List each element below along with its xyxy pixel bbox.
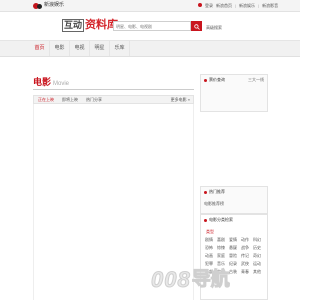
genre-heading: 类型: [206, 229, 214, 234]
bullet-icon: [204, 218, 207, 222]
search-icon: [193, 24, 200, 30]
search-button[interactable]: [191, 21, 202, 31]
sina-video-link[interactable]: 新浪影音: [262, 3, 278, 9]
tab-coming-soon[interactable]: 即将上映: [62, 97, 78, 103]
nav-item-music[interactable]: 乐库: [110, 41, 130, 56]
logo-box-text: 互动: [62, 19, 85, 32]
genre-link[interactable]: 犯罪: [205, 261, 217, 266]
ticket-query-title: 票价查询: [204, 77, 225, 83]
genre-link[interactable]: 冒险: [229, 253, 241, 258]
genre-link[interactable]: 动作: [241, 237, 253, 242]
nav-item-movie[interactable]: 电影: [50, 41, 70, 56]
divider: |: [258, 3, 260, 8]
genre-link[interactable]: 古装: [229, 269, 241, 274]
recommend-list-link[interactable]: 电影推荐榜: [204, 201, 224, 206]
genre-link[interactable]: 科幻: [253, 237, 265, 242]
genre-link[interactable]: 爱情: [229, 237, 241, 242]
genre-link[interactable]: 武侠: [241, 261, 253, 266]
brand-logo[interactable]: 新浪娱乐: [33, 2, 64, 9]
divider: [33, 89, 194, 90]
ticket-query-label: 票价查询: [209, 77, 225, 82]
tab-hot-share[interactable]: 热门分享: [86, 97, 102, 103]
site-logo[interactable]: 互动 资料库: [62, 18, 118, 32]
genre-link[interactable]: 运动: [253, 261, 265, 266]
genre-link[interactable]: 音乐: [217, 261, 229, 266]
genre-link[interactable]: 恐怖: [205, 245, 217, 250]
genre-link[interactable]: 传记: [241, 253, 253, 258]
hot-recommend-box: 热门推荐 电影推荐榜: [200, 186, 268, 214]
watermark-digits: 008: [151, 267, 191, 292]
nav-item-star[interactable]: 明星: [90, 41, 110, 56]
genre-link[interactable]: 悬疑: [229, 245, 241, 250]
advanced-search-link[interactable]: 高级搜索: [206, 25, 222, 31]
heart-icon: [204, 78, 207, 82]
top-links: 登录 新浪首页 | 新浪娱乐 | 新浪影音: [198, 3, 278, 9]
movie-category-title: 电影分类检索: [204, 217, 233, 223]
bullet-icon: [204, 190, 207, 194]
ticket-query-box: 票价查询 三大一线: [200, 74, 268, 112]
page-title-en: Movie: [53, 81, 70, 87]
top-bar: 新浪娱乐 登录 新浪首页 | 新浪娱乐 | 新浪影音: [0, 0, 300, 12]
movie-category-label: 电影分类检索: [209, 217, 233, 222]
divider: |: [235, 3, 237, 8]
genre-link[interactable]: 其他: [253, 269, 265, 274]
tab-now-showing[interactable]: 正在上映: [38, 97, 54, 103]
search-input[interactable]: [113, 21, 191, 31]
nav-item-home[interactable]: 首页: [30, 41, 50, 56]
main-nav: 首页 电影 电视 明星 乐库: [0, 40, 300, 57]
nav-item-tv[interactable]: 电视: [70, 41, 90, 56]
genre-link[interactable]: 战争: [241, 245, 253, 250]
genre-link[interactable]: 历史: [253, 245, 265, 250]
more-movies-link[interactable]: 更多电影 »: [171, 97, 190, 103]
hot-recommend-label: 热门推荐: [209, 189, 225, 194]
watermark-logo: 008 导航: [151, 267, 231, 292]
movie-tabs: 正在上映 即将上映 热门分享 更多电影 »: [33, 95, 194, 104]
genre-link[interactable]: 剧情: [205, 237, 217, 242]
genre-link[interactable]: 纪录: [229, 261, 241, 266]
genre-link[interactable]: 惊悚: [217, 245, 229, 250]
genre-link[interactable]: 家庭: [217, 253, 229, 258]
brand-text: 新浪娱乐: [44, 2, 65, 8]
user-icon: [198, 3, 202, 7]
sina-eye-icon: [33, 2, 42, 9]
ticket-city-select[interactable]: 三大一线: [248, 77, 264, 83]
watermark-text: 导航: [191, 269, 230, 291]
hot-recommend-title: 热门推荐: [204, 189, 225, 195]
genre-link[interactable]: 喜剧: [217, 237, 229, 242]
page-title-cn: 电影: [33, 77, 52, 87]
sina-home-link[interactable]: 新浪首页: [216, 3, 232, 9]
genre-link[interactable]: 动画: [205, 253, 217, 258]
login-link[interactable]: 登录: [205, 3, 213, 9]
genre-link[interactable]: 奇幻: [253, 253, 265, 258]
genre-link[interactable]: 青春: [241, 269, 253, 274]
sina-ent-link[interactable]: 新浪娱乐: [239, 3, 255, 9]
